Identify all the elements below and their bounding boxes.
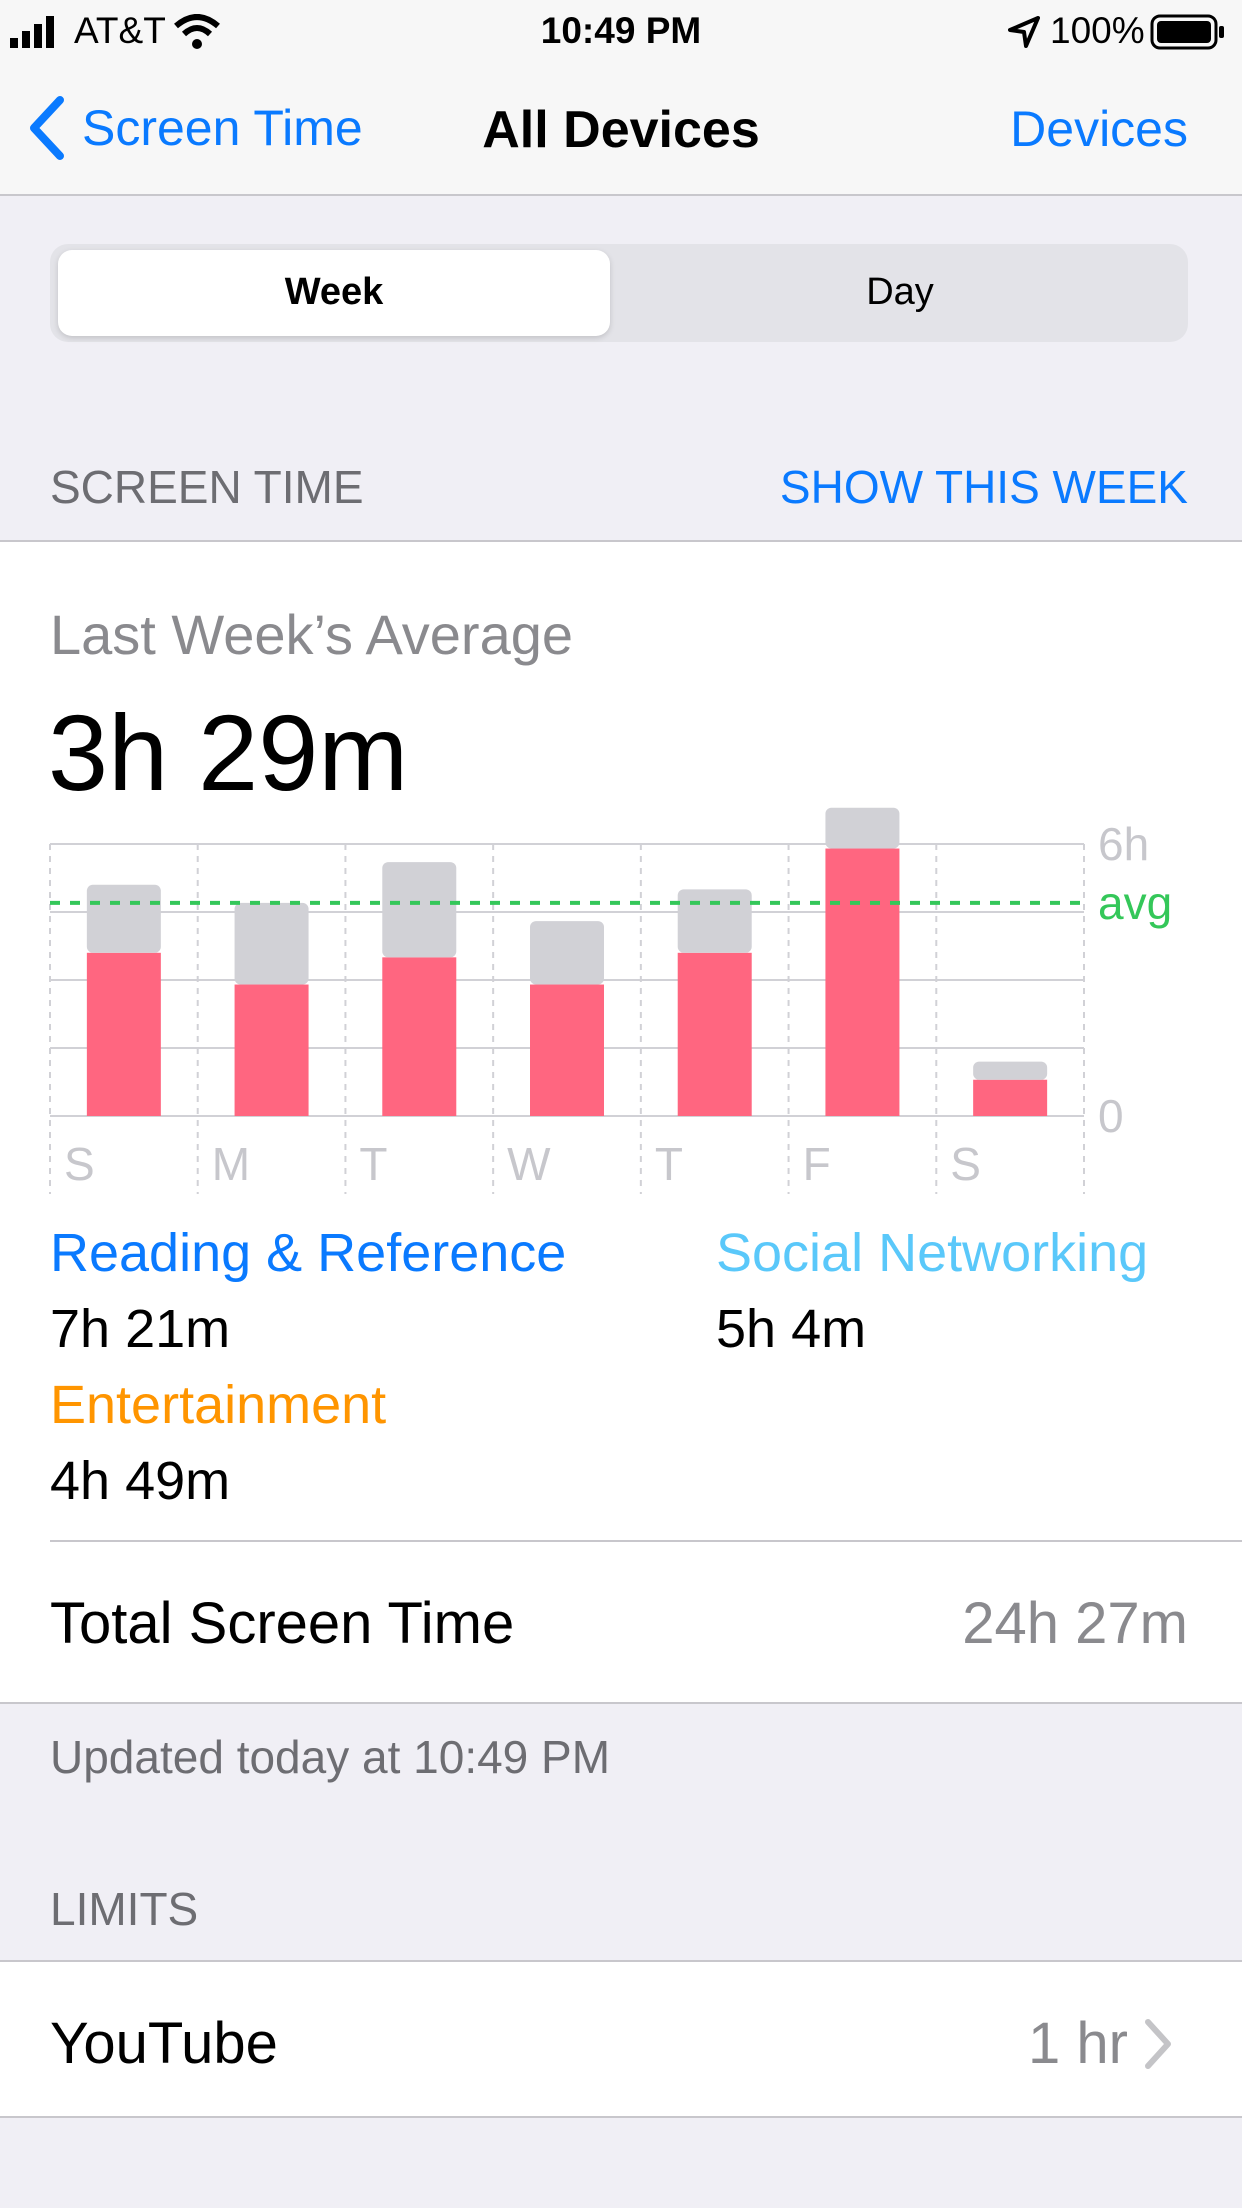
bar-category	[530, 984, 604, 1116]
bar-other	[234, 902, 309, 985]
bar-other	[86, 884, 161, 953]
y-tick-label: 0	[1098, 1090, 1124, 1142]
category-name-reading: Reading & Reference	[50, 1223, 567, 1283]
limit-app-name: YouTube	[50, 2011, 278, 2076]
x-tick-label: T	[655, 1138, 683, 1190]
category-name-entertainment: Entertainment	[50, 1375, 387, 1435]
divider	[50, 1540, 1242, 1542]
bar-other	[530, 921, 604, 985]
total-screen-time-label: Total Screen Time	[50, 1591, 515, 1656]
updated-footnote: Updated today at 10:49 PM	[50, 1731, 611, 1783]
x-tick-label: M	[212, 1138, 250, 1190]
x-tick-label: S	[950, 1138, 981, 1190]
limit-value: 1 hr	[1028, 2011, 1128, 2076]
weekly-usage-chart[interactable]: S M T W T F Savg 6h 0	[0, 0, 1242, 1200]
bar-category	[234, 984, 309, 1116]
chevron-right-icon	[1140, 2016, 1176, 2072]
bar-category	[677, 952, 752, 1116]
y-tick-label: 6h	[1098, 818, 1149, 870]
category-value-entertainment: 4h 49m	[50, 1451, 231, 1511]
x-tick-label: F	[803, 1138, 831, 1190]
limits-section-header: LIMITS	[50, 1883, 199, 1935]
average-label: avg	[1098, 877, 1172, 929]
x-tick-label: T	[359, 1138, 387, 1190]
bar-category	[86, 952, 161, 1116]
x-tick-label: W	[507, 1138, 551, 1190]
category-name-social: Social Networking	[716, 1223, 1149, 1283]
bar-category	[973, 1079, 1048, 1116]
bar-other	[677, 889, 752, 953]
bar-category	[382, 957, 457, 1116]
category-value-reading: 7h 21m	[50, 1299, 231, 1359]
bar-other	[382, 862, 457, 958]
bar-category	[825, 848, 900, 1116]
total-screen-time-value: 24h 27m	[962, 1591, 1188, 1656]
bar-other	[973, 1061, 1048, 1080]
category-value-social: 5h 4m	[716, 1299, 867, 1359]
x-tick-label: S	[64, 1138, 95, 1190]
bar-other	[825, 807, 900, 849]
